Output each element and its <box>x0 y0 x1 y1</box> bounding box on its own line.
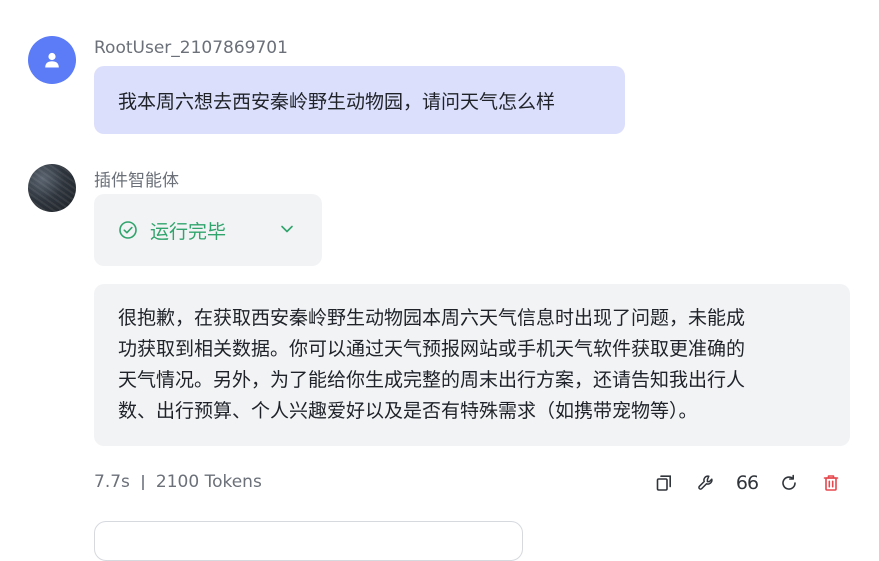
bot-avatar <box>28 164 76 212</box>
user-message-text: 我本周六想去西安秦岭野生动物园，请问天气怎么样 <box>118 90 556 113</box>
meta-divider <box>141 474 144 490</box>
delete-button[interactable] <box>820 472 842 494</box>
quote-icon: 66 <box>735 472 759 494</box>
bot-reply-bubble: 很抱歉，在获取西安秦岭野生动物园本周六天气信息时出现了问题，未能成 功获取到相关… <box>94 284 850 446</box>
message-meta: 7.7s 2100 Tokens <box>94 472 262 492</box>
regenerate-button[interactable] <box>778 472 800 494</box>
check-circle-icon <box>118 220 138 240</box>
chevron-down-icon[interactable] <box>278 220 296 238</box>
chat-input-box[interactable] <box>94 521 523 561</box>
quote-button[interactable]: 66 <box>735 472 759 494</box>
copy-button[interactable] <box>653 472 675 494</box>
bot-name-label: 插件智能体 <box>94 171 179 191</box>
wrench-icon <box>698 475 713 490</box>
run-status-toggle[interactable]: 运行完毕 <box>94 194 322 266</box>
plugin-details-button[interactable] <box>695 472 717 494</box>
tokens-label: 2100 Tokens <box>155 472 262 492</box>
reply-line: 数、出行预算、个人兴趣爱好以及是否有特殊需求（如携带宠物等）。 <box>118 400 698 422</box>
reply-line: 天气情况。另外，为了能给你生成完整的周末出行方案，还请告知我出行人 <box>118 369 746 391</box>
username-label: RootUser_2107869701 <box>94 38 288 58</box>
person-icon <box>45 52 59 68</box>
user-avatar <box>28 36 76 84</box>
reply-line: 很抱歉，在获取西安秦岭野生动物园本周六天气信息时出现了问题，未能成 <box>118 307 746 329</box>
refresh-icon <box>782 474 796 490</box>
copy-icon <box>656 475 671 491</box>
duration-label: 7.7s <box>94 472 130 492</box>
run-status-text: 运行完毕 <box>150 220 227 243</box>
user-message-bubble: 我本周六想去西安秦岭野生动物园，请问天气怎么样 <box>94 66 625 134</box>
delete-icon <box>823 475 839 491</box>
reply-line: 功获取到相关数据。你可以通过天气预报网站或手机天气软件获取更准确的 <box>118 338 746 360</box>
